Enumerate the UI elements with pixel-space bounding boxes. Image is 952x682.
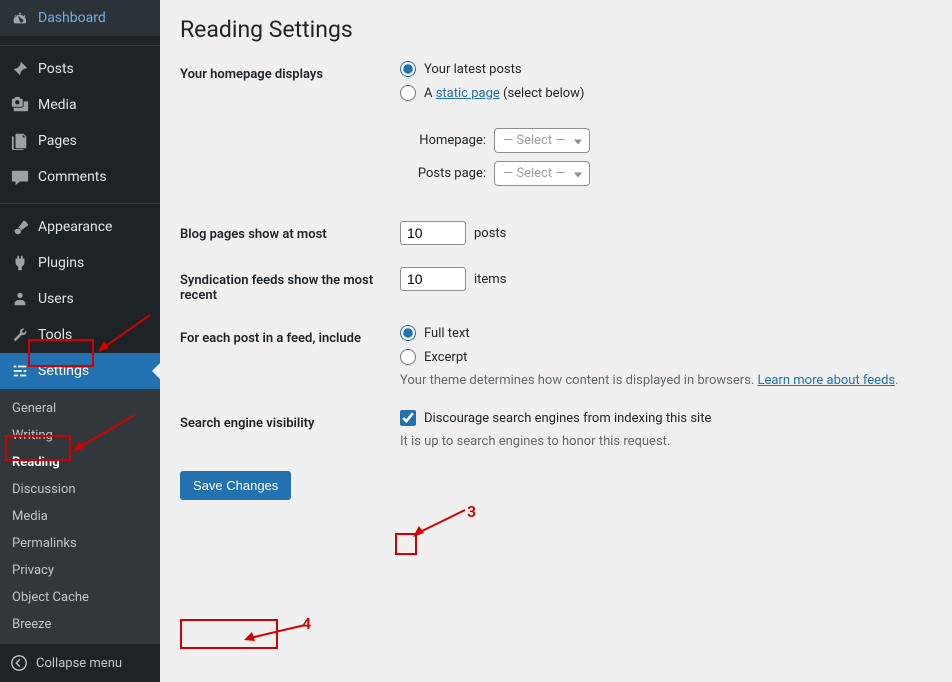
radio-static-page[interactable] [400, 85, 416, 101]
comments-icon [10, 167, 30, 187]
dashboard-icon [10, 8, 30, 28]
visibility-checkbox[interactable] [400, 410, 416, 426]
sidebar-label: Plugins [38, 255, 84, 271]
learn-more-feeds-link[interactable]: Learn more about feeds [758, 373, 896, 388]
sub-permalinks[interactable]: Permalinks [0, 530, 160, 557]
sliders-icon [10, 361, 30, 381]
sub-writing[interactable]: Writing [0, 422, 160, 449]
annotation-number-4: 4 [302, 614, 311, 633]
sub-general[interactable]: General [0, 395, 160, 422]
sidebar-item-dashboard[interactable]: Dashboard [0, 0, 160, 36]
page-title: Reading Settings [180, 16, 932, 43]
media-icon [10, 95, 30, 115]
homepage-select[interactable]: — Select — [494, 128, 590, 153]
annotation-number-3: 3 [467, 502, 476, 521]
sidebar-label: Users [38, 291, 74, 307]
sidebar-item-appearance[interactable]: Appearance [0, 209, 160, 245]
radio-fulltext[interactable] [400, 325, 416, 341]
sidebar-separator [0, 200, 160, 205]
sidebar-item-tools[interactable]: Tools [0, 317, 160, 353]
sub-media[interactable]: Media [0, 503, 160, 530]
users-icon [10, 289, 30, 309]
visibility-label: Search engine visibility [180, 410, 400, 431]
pin-icon [10, 59, 30, 79]
wrench-icon [10, 325, 30, 345]
syndication-suffix: items [474, 272, 506, 287]
feed-description: Your theme determines how content is dis… [400, 373, 932, 388]
sidebar-label: Media [38, 97, 77, 113]
sidebar-label: Pages [38, 133, 77, 149]
blog-pages-suffix: posts [474, 226, 506, 241]
syndication-label: Syndication feeds show the most recent [180, 267, 400, 303]
static-page-link[interactable]: static page [436, 86, 500, 101]
checkbox-label: Discourage search engines from indexing … [424, 411, 711, 426]
visibility-note: It is up to search engines to honor this… [400, 434, 932, 449]
collapse-label: Collapse menu [36, 656, 122, 671]
blog-pages-input[interactable] [400, 221, 466, 245]
radio-latest-posts[interactable] [400, 61, 416, 77]
sidebar-label: Posts [38, 61, 74, 77]
sub-privacy[interactable]: Privacy [0, 557, 160, 584]
sidebar-label: Settings [38, 363, 89, 379]
radio-excerpt[interactable] [400, 349, 416, 365]
postspage-select-label: Posts page: [394, 166, 486, 181]
sidebar-item-users[interactable]: Users [0, 281, 160, 317]
radio-label: Excerpt [424, 350, 467, 365]
radio-label: Your latest posts [424, 62, 522, 77]
sub-objectcache[interactable]: Object Cache [0, 584, 160, 611]
radio-label: A static page (select below) [424, 86, 584, 101]
sidebar-separator [0, 41, 160, 46]
sub-discussion[interactable]: Discussion [0, 476, 160, 503]
sidebar-item-comments[interactable]: Comments [0, 159, 160, 195]
brush-icon [10, 217, 30, 237]
sub-reading[interactable]: Reading [0, 449, 160, 476]
sidebar-label: Dashboard [38, 10, 106, 26]
sidebar-item-plugins[interactable]: Plugins [0, 245, 160, 281]
pages-icon [10, 131, 30, 151]
plugin-icon [10, 253, 30, 273]
feed-include-label: For each post in a feed, include [180, 325, 400, 346]
sidebar-item-pages[interactable]: Pages [0, 123, 160, 159]
collapse-icon [10, 654, 28, 672]
content-area: Reading Settings Your homepage displays … [160, 0, 952, 682]
blog-pages-label: Blog pages show at most [180, 221, 400, 242]
sidebar-item-settings[interactable]: Settings [0, 353, 160, 389]
sub-breeze[interactable]: Breeze [0, 611, 160, 638]
syndication-input[interactable] [400, 267, 466, 291]
sidebar-item-posts[interactable]: Posts [0, 51, 160, 87]
save-changes-button[interactable]: Save Changes [180, 471, 291, 500]
sidebar-label: Appearance [38, 219, 112, 235]
sidebar-label: Comments [38, 169, 107, 185]
sidebar-label: Tools [38, 327, 72, 343]
settings-submenu: General Writing Reading Discussion Media… [0, 389, 160, 644]
collapse-menu[interactable]: Collapse menu [0, 644, 160, 682]
admin-sidebar: Dashboard Posts Media Pages Comments App… [0, 0, 160, 682]
homepage-label: Your homepage displays [180, 61, 400, 82]
homepage-select-label: Homepage: [394, 133, 486, 148]
radio-label: Full text [424, 326, 470, 341]
postspage-select[interactable]: — Select — [494, 161, 590, 186]
sidebar-item-media[interactable]: Media [0, 87, 160, 123]
